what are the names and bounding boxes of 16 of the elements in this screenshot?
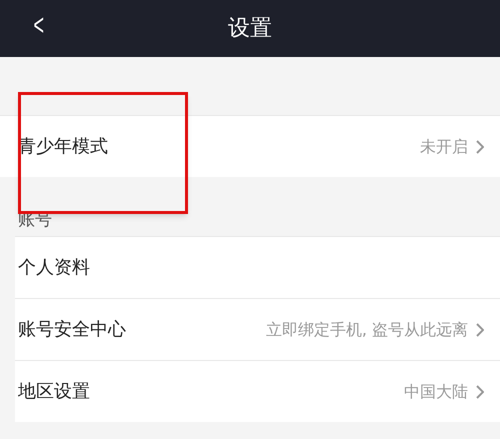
row-title: 账号安全中心: [18, 318, 127, 342]
settings-row[interactable]: 青少年模式 未开启: [0, 115, 500, 177]
row-title: 青少年模式: [18, 135, 109, 159]
row-value: 中国大陆: [404, 380, 468, 402]
row-title: 个人资料: [18, 256, 91, 280]
settings-row[interactable]: 个人资料: [15, 236, 500, 298]
back-button[interactable]: <: [34, 6, 44, 46]
chevron-right-icon: [476, 384, 484, 398]
settings-row[interactable]: 地区设置 中国大陆: [15, 360, 500, 422]
settings-row[interactable]: 账号安全中心 立即绑定手机, 盗号从此远离: [15, 298, 500, 360]
row-value: 立即绑定手机, 盗号从此远离: [266, 318, 468, 340]
page-title: 设置: [228, 15, 272, 43]
row-value: 未开启: [420, 136, 468, 158]
chevron-right-icon: [476, 322, 484, 336]
row-title: 地区设置: [18, 380, 91, 404]
chevron-right-icon: [476, 140, 484, 154]
